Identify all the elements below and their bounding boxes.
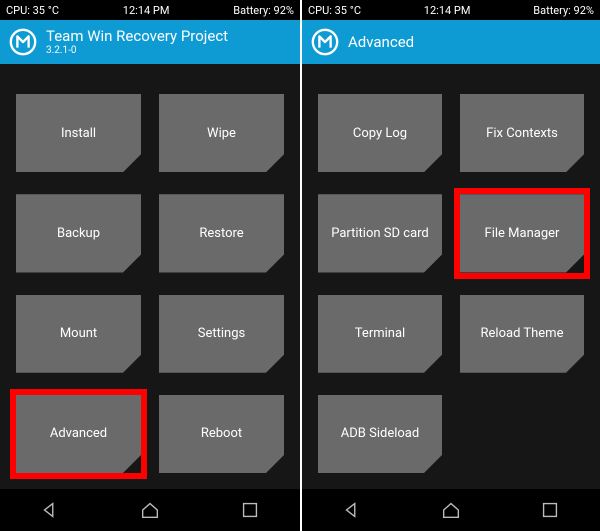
status-battery: Battery: 92% [233, 4, 294, 17]
tile-install[interactable]: Install [16, 94, 141, 172]
nav-home-icon[interactable] [130, 490, 170, 530]
header-text: Team Win Recovery Project 3.2.1-0 [46, 28, 228, 56]
screen-advanced: CPU: 35 °C 12:14 PM Battery: 92% Advance… [300, 0, 600, 531]
nav-home-icon[interactable] [431, 490, 471, 530]
tile-label: Reload Theme [481, 326, 564, 341]
tile-restore[interactable]: Restore [159, 194, 284, 272]
status-time: 12:14 PM [123, 4, 170, 17]
tile-fix-contexts[interactable]: Fix Contexts [460, 94, 584, 172]
tile-reload-theme[interactable]: Reload Theme [460, 295, 584, 373]
tile-label: Reboot [201, 426, 242, 441]
tile-mount[interactable]: Mount [16, 295, 141, 373]
tile-label: Mount [60, 326, 97, 341]
tile-grid: Copy Log Fix Contexts Partition SD card … [302, 64, 600, 489]
twrp-logo-icon [310, 27, 340, 57]
tile-label: Fix Contexts [486, 126, 558, 141]
twrp-logo-icon [8, 27, 38, 57]
tile-label: Terminal [355, 326, 405, 341]
nav-bar [0, 489, 300, 531]
tile-label: Partition SD card [331, 226, 429, 241]
header-subtitle: 3.2.1-0 [46, 45, 228, 56]
status-bar: CPU: 35 °C 12:14 PM Battery: 92% [302, 0, 600, 20]
status-cpu: CPU: 35 °C [308, 4, 361, 17]
status-battery: Battery: 92% [533, 4, 594, 17]
tile-label: ADB Sideload [341, 426, 419, 441]
tile-terminal[interactable]: Terminal [318, 295, 442, 373]
status-cpu: CPU: 35 °C [6, 4, 59, 17]
tile-label: Settings [198, 326, 245, 341]
status-bar: CPU: 35 °C 12:14 PM Battery: 92% [0, 0, 300, 20]
header: Advanced [302, 20, 600, 64]
tile-partition-sd[interactable]: Partition SD card [318, 194, 442, 272]
nav-bar [302, 489, 600, 531]
nav-back-icon[interactable] [332, 490, 372, 530]
header: Team Win Recovery Project 3.2.1-0 [0, 20, 300, 64]
nav-back-icon[interactable] [30, 490, 70, 530]
tile-label: File Manager [485, 226, 560, 241]
tile-settings[interactable]: Settings [159, 295, 284, 373]
nav-recents-icon[interactable] [230, 490, 270, 530]
tile-label: Wipe [207, 126, 236, 141]
tile-adb-sideload[interactable]: ADB Sideload [318, 395, 442, 473]
tile-copy-log[interactable]: Copy Log [318, 94, 442, 172]
tile-wipe[interactable]: Wipe [159, 94, 284, 172]
header-title: Team Win Recovery Project [46, 28, 228, 45]
tile-label: Advanced [50, 426, 107, 441]
nav-recents-icon[interactable] [530, 490, 570, 530]
tile-reboot[interactable]: Reboot [159, 395, 284, 473]
tile-label: Install [61, 126, 96, 141]
header-text: Advanced [348, 34, 414, 51]
tile-file-manager[interactable]: File Manager [460, 194, 584, 272]
tile-backup[interactable]: Backup [16, 194, 141, 272]
tile-label: Copy Log [353, 126, 407, 141]
header-title: Advanced [348, 34, 414, 51]
status-time: 12:14 PM [424, 4, 471, 17]
screen-main: CPU: 35 °C 12:14 PM Battery: 92% Team Wi… [0, 0, 300, 531]
tile-advanced[interactable]: Advanced [16, 395, 141, 473]
tile-label: Backup [57, 226, 100, 241]
tile-label: Restore [199, 226, 243, 241]
tile-grid: Install Wipe Backup Restore Mount Settin… [0, 64, 300, 489]
